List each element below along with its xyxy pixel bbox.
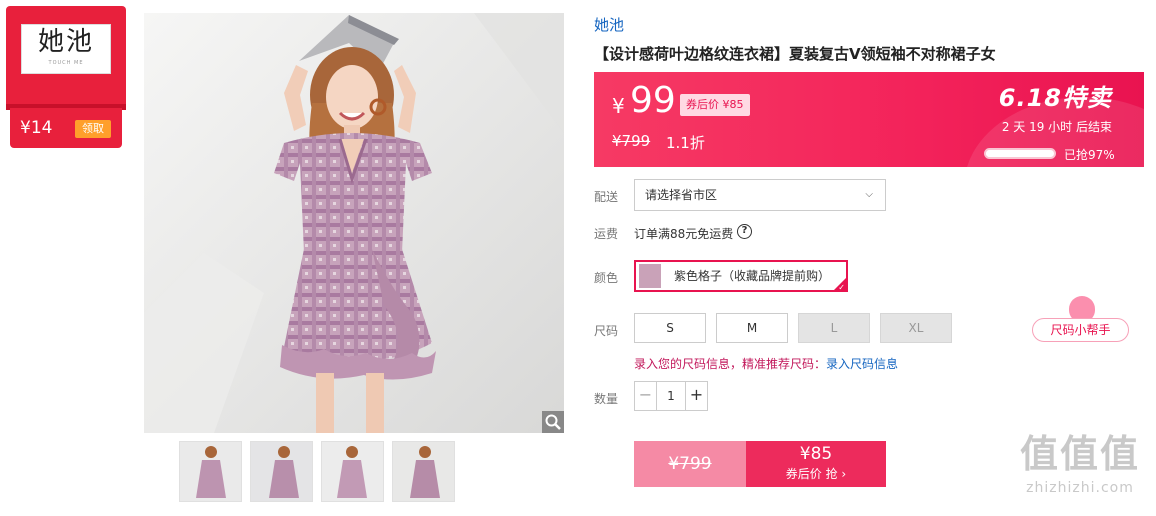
watermark-url: zhizhizhi.com xyxy=(1026,480,1134,496)
coupon-header: 她池 TOUCH ME xyxy=(6,6,126,108)
thumbnail-3[interactable] xyxy=(321,441,384,502)
brand-logo: 她池 TOUCH ME xyxy=(21,24,111,74)
size-label: 尺码 xyxy=(594,324,619,338)
quantity-label: 数量 xyxy=(594,392,619,406)
size-option-s[interactable]: S xyxy=(634,313,706,343)
thumbnail-4[interactable] xyxy=(392,441,455,502)
region-select[interactable]: 请选择省市区 ⌵ xyxy=(634,179,886,211)
current-price: 99 xyxy=(630,80,676,121)
main-product-image[interactable] xyxy=(144,13,564,433)
enter-size-link[interactable]: 录入尺码信息 xyxy=(826,357,898,371)
buy-coupon-price[interactable]: ¥85 券后价 抢 › xyxy=(746,441,886,487)
size-hint: 录入您的尺码信息，精准推荐尺码：录入尺码信息 xyxy=(634,355,898,372)
after-coupon-price-tag: 券后价 ¥85 xyxy=(680,94,750,116)
thumbnail-1[interactable] xyxy=(179,441,242,502)
brand-logo-text: 她池 xyxy=(37,27,94,57)
buy-button[interactable]: ¥799 ¥85 券后价 抢 › xyxy=(634,441,886,487)
chevron-down-icon: ⌵ xyxy=(865,189,873,200)
size-option-xl: XL xyxy=(880,313,952,343)
countdown-timer: 2 天 19 小时 后结束 xyxy=(1001,120,1112,134)
price-panel: ¥ 99 券后价 ¥85 ¥799 1.1折 6.18特卖 2 天 19 小时 … xyxy=(594,72,1144,167)
quantity-input[interactable]: 1 xyxy=(657,382,685,410)
model-photo xyxy=(144,13,564,433)
watermark-logo: 值值值 xyxy=(1019,432,1140,476)
product-title: 【设计感荷叶边格纹连衣裙】夏装复古V领短袖不对称裙子女 xyxy=(594,45,996,63)
shipping-label: 运费 xyxy=(594,227,619,241)
check-icon: ✓ xyxy=(838,283,845,292)
sold-percent-label: 已抢97% xyxy=(1064,148,1115,162)
size-helper-button[interactable]: 尺码小帮手 xyxy=(1032,296,1129,346)
brand-link[interactable]: 她池 xyxy=(594,14,624,35)
quantity-stepper: − 1 + xyxy=(634,381,708,411)
currency-symbol: ¥ xyxy=(612,94,625,118)
thumbnail-image xyxy=(251,442,312,501)
size-hint-text: 录入您的尺码信息，精准推荐尺码： xyxy=(634,357,827,371)
brand-logo-subtext: TOUCH ME xyxy=(48,60,84,66)
color-option-label: 紫色格子（收藏品牌提前购） xyxy=(674,269,831,283)
discount-rate: 1.1折 xyxy=(666,134,705,152)
color-option-selected[interactable]: 紫色格子（收藏品牌提前购） ✓ xyxy=(634,260,848,292)
magnifier-icon xyxy=(545,414,561,430)
coupon-footer: ¥14 领取 xyxy=(10,108,122,148)
sold-progress-fill xyxy=(986,150,1052,157)
original-price: ¥799 xyxy=(612,132,651,150)
thumbnail-image xyxy=(393,442,454,501)
zoom-button[interactable] xyxy=(542,411,564,433)
size-option-l: L xyxy=(798,313,870,343)
quantity-decrease-button[interactable]: − xyxy=(635,382,657,410)
quantity-increase-button[interactable]: + xyxy=(685,382,707,410)
help-icon[interactable]: ? xyxy=(737,224,752,239)
region-select-value: 请选择省市区 xyxy=(645,188,718,202)
delivery-label: 配送 xyxy=(594,190,619,204)
coupon-amount: ¥14 xyxy=(20,118,53,138)
promo-title: 6.18特卖 xyxy=(998,84,1112,112)
size-helper-label: 尺码小帮手 xyxy=(1032,318,1129,342)
size-option-m[interactable]: M xyxy=(716,313,788,343)
thumbnail-image xyxy=(180,442,241,501)
buy-original-price: ¥799 xyxy=(634,441,746,487)
buy-after-label: 券后价 抢 › xyxy=(785,467,847,481)
claim-coupon-button[interactable]: 领取 xyxy=(75,120,111,138)
site-watermark: 值值值 zhizhizhi.com xyxy=(1010,428,1150,496)
color-label: 颜色 xyxy=(594,271,619,285)
shipping-info: 订单满88元免运费 xyxy=(634,227,734,241)
sold-progress-bar xyxy=(984,148,1056,159)
thumbnail-2[interactable] xyxy=(250,441,313,502)
brand-coupon-card[interactable]: 她池 TOUCH ME ¥14 领取 xyxy=(6,6,126,148)
buy-after-price: ¥85 xyxy=(799,444,833,464)
thumbnail-image xyxy=(322,442,383,501)
color-swatch xyxy=(639,264,661,288)
